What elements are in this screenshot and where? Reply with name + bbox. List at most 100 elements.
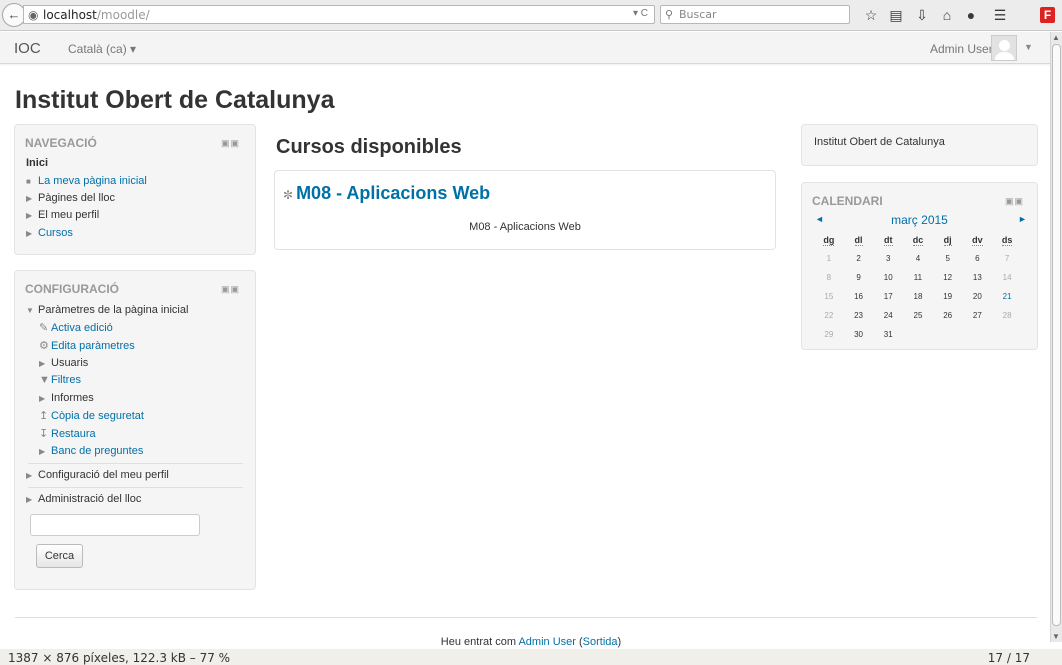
settings-item-reports[interactable]: ▶ Informes [39,392,94,404]
admin-search-input[interactable] [30,514,200,536]
settings-item-users[interactable]: ▶ Usuaris [39,357,88,369]
chevron-right-icon: ▶ [26,194,33,203]
calendar-day[interactable]: 28 [992,306,1022,325]
calendar-next-icon[interactable]: ► [1018,214,1027,224]
calendar-day[interactable]: 10 [873,268,903,287]
site-brand-link[interactable]: IOC [14,40,41,57]
settings-item-backup[interactable]: ↥ Còpia de seguretat [39,409,144,422]
calendar-day[interactable]: 26 [933,306,963,325]
block-title: CALENDARI [812,194,883,208]
course-link[interactable]: ✼ M08 - Aplicacions Web [283,183,490,204]
calendar-day[interactable]: 18 [903,287,933,306]
home-icon[interactable]: ⌂ [938,6,956,24]
calendar-day[interactable]: 30 [844,325,874,344]
calendar-day[interactable]: 1 [814,249,844,268]
settings-section-my-profile[interactable]: ▶ Configuració del meu perfil [26,469,169,481]
chevron-down-icon[interactable]: ▼ [1024,42,1033,52]
settings-item-label: Filtres [51,374,81,386]
block-controls-icon[interactable]: ▣▣ [1005,196,1024,207]
bookmark-star-icon[interactable]: ☆ [862,6,880,24]
avatar[interactable] [991,35,1017,61]
nav-item-home[interactable]: Inici [26,157,48,169]
calendar-day[interactable]: 5 [933,249,963,268]
block-controls-icon[interactable]: ▣▣ [221,138,240,149]
calendar-day[interactable]: 15 [814,287,844,306]
navigation-block: NAVEGACIÓ ▣▣ Inici ■ La meva pàgina inici… [14,124,256,255]
gear-icon: ⚙ [39,340,49,352]
bullet-icon: ■ [26,177,31,186]
calendar-day[interactable]: 27 [963,306,993,325]
calendar-day[interactable]: 25 [903,306,933,325]
html-block: Institut Obert de Catalunya [801,124,1038,166]
status-bar: 1387 × 876 píxeles, 122.3 kB – 77 % 17 /… [0,649,1062,665]
calendar-day[interactable]: 9 [844,268,874,287]
calendar-day[interactable]: 31 [873,325,903,344]
chat-icon[interactable]: ● [962,6,980,24]
search-button[interactable]: Cerca [36,544,83,568]
download-icon: ↧ [39,428,49,440]
nav-item-label: El meu perfil [38,209,100,221]
settings-section-frontpage[interactable]: ▼ Paràmetres de la pàgina inicial [26,304,188,316]
url-bar[interactable]: ◉ localhost/moodle/ ▾ C [23,5,655,24]
scrollbar-thumb[interactable] [1052,44,1061,626]
f-addon-icon[interactable]: F [1040,7,1055,23]
calendar-day[interactable]: 20 [963,287,993,306]
html-block-text: Institut Obert de Catalunya [814,136,945,148]
calendar-day[interactable]: 12 [933,268,963,287]
calendar-week: 22 23 24 25 26 27 28 [814,306,1022,325]
user-menu-name[interactable]: Admin User [930,42,993,56]
calendar-day[interactable]: 7 [992,249,1022,268]
calendar-day[interactable]: 11 [903,268,933,287]
nav-item-my-profile[interactable]: ▶ El meu perfil [26,209,99,221]
settings-section-site-admin[interactable]: ▶ Administració del lloc [26,493,141,505]
nav-item-my-home[interactable]: ■ La meva pàgina inicial [26,175,147,187]
image-info: 1387 × 876 píxeles, 122.3 kB – 77 % [8,651,231,665]
calendar-day[interactable]: 19 [933,287,963,306]
calendar-day[interactable]: 4 [903,249,933,268]
calendar-day[interactable]: 2 [844,249,874,268]
calendar-day[interactable]: 6 [963,249,993,268]
course-icon: ✼ [283,188,294,202]
settings-block: CONFIGURACIÓ ▣▣ ▼ Paràmetres de la pàgina… [14,270,256,590]
calendar-day[interactable]: 13 [963,268,993,287]
nav-item-courses[interactable]: ▶ Cursos [26,227,73,239]
download-icon[interactable]: ⇩ [913,6,931,24]
clipboard-icon[interactable]: ▤ [887,6,905,24]
calendar-day[interactable]: 17 [873,287,903,306]
weekday-label: dv [972,235,983,246]
calendar-day[interactable]: 29 [814,325,844,344]
settings-item-filters[interactable]: ▼Filtres [39,374,81,386]
weekday-label: dc [912,235,924,246]
calendar-day[interactable]: 23 [844,306,874,325]
calendar-week: 1234567 [814,249,1022,268]
calendar-day[interactable]: 14 [992,268,1022,287]
calendar-month[interactable]: març 2015 [802,213,1037,227]
calendar-weekday: dl [844,231,874,249]
nav-item-site-pages[interactable]: ▶ Pàgines del lloc [26,192,115,204]
reload-icon[interactable]: ▾ C [633,8,648,19]
calendar-day[interactable]: 21 [992,287,1022,306]
scroll-up-icon[interactable]: ▲ [1052,33,1060,42]
settings-item-turn-editing-on[interactable]: ✎ Activa edició [39,321,113,334]
menu-icon[interactable]: ☰ [991,6,1009,24]
block-title: NAVEGACIÓ [25,136,97,150]
calendar-day[interactable]: 16 [844,287,874,306]
course-summary: M08 - Aplicacions Web [469,221,581,233]
calendar-day[interactable]: 3 [873,249,903,268]
course-box: ✼ M08 - Aplicacions Web M08 - Aplicacions… [274,170,776,250]
search-icon: ⚲ [665,9,674,21]
browser-search-box[interactable]: ⚲ Buscar [660,5,850,24]
settings-item-restore[interactable]: ↧ Restaura [39,427,96,440]
block-controls-icon[interactable]: ▣▣ [221,284,240,295]
footer-user-link[interactable]: Admin User [518,636,575,648]
logout-link[interactable]: Sortida [583,636,618,648]
weekday-label: dt [884,235,893,246]
vertical-scrollbar[interactable]: ▲ ▼ [1050,32,1062,642]
language-menu[interactable]: Català (ca) ▾ [68,42,136,56]
chevron-down-icon: ▼ [26,306,34,315]
calendar-day[interactable]: 24 [873,306,903,325]
calendar-day[interactable]: 22 [814,306,844,325]
settings-item-edit-settings[interactable]: ⚙ Edita paràmetres [39,339,135,352]
settings-item-question-bank[interactable]: ▶ Banc de preguntes [39,445,143,457]
calendar-day[interactable]: 8 [814,268,844,287]
